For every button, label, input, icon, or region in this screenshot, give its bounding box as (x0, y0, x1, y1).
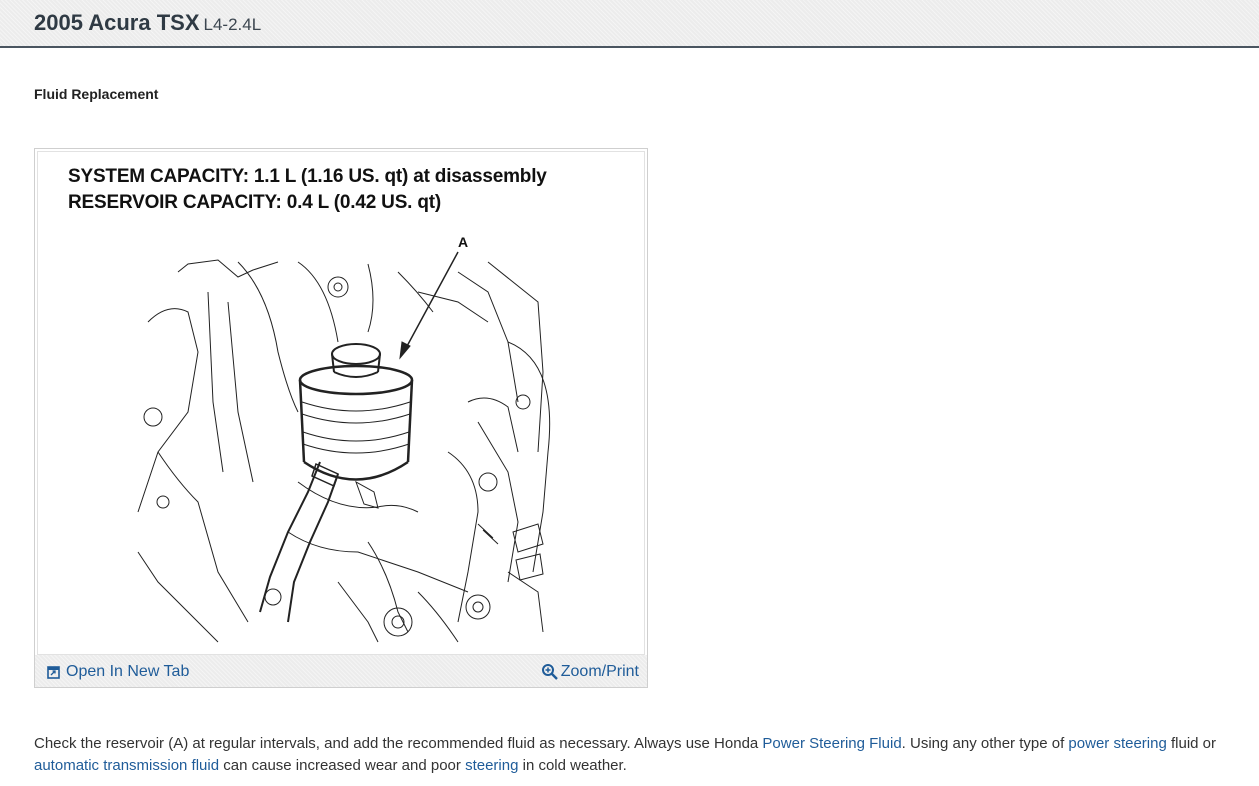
reservoir-illustration (137, 251, 551, 643)
instruction-paragraph: Check the reservoir (A) at regular inter… (34, 733, 1249, 777)
open-in-new-tab-label: Open In New Tab (66, 663, 190, 680)
page-header: 2005 Acura TSX L4-2.4L (0, 0, 1259, 48)
text-segment: fluid or (1166, 735, 1217, 752)
figure-panel: SYSTEM CAPACITY: 1.1 L (1.16 US. qt) at … (34, 148, 648, 688)
steering-link[interactable]: steering (465, 757, 518, 774)
page-title: 2005 Acura TSX L4-2.4L (34, 10, 261, 36)
zoom-print-label: Zoom/Print (560, 663, 639, 680)
engine-spec: L4-2.4L (203, 15, 262, 34)
open-in-new-tab-link[interactable]: Open In New Tab (47, 663, 189, 681)
vehicle-name: 2005 Acura TSX (34, 10, 200, 35)
section-title: Fluid Replacement (34, 86, 159, 102)
text-segment: in cold weather. (518, 757, 627, 774)
zoom-print-link[interactable]: Zoom/Print (541, 663, 639, 681)
open-in-new-tab-icon (47, 665, 60, 679)
power-steering-fluid-link[interactable]: Power Steering Fluid (762, 735, 901, 752)
automatic-transmission-fluid-link[interactable]: automatic transmission fluid (34, 757, 219, 774)
figure-image[interactable]: SYSTEM CAPACITY: 1.1 L (1.16 US. qt) at … (37, 151, 645, 655)
power-steering-link[interactable]: power steering (1068, 735, 1166, 752)
text-segment: Check the reservoir (A) at regular inter… (34, 735, 763, 752)
magnifier-zoom-icon (541, 663, 559, 681)
text-segment: . Using any other type of (901, 735, 1069, 752)
figure-toolbar: Open In New Tab Zoom/Print (35, 655, 647, 687)
text-segment: can cause increased wear and poor (219, 757, 466, 774)
